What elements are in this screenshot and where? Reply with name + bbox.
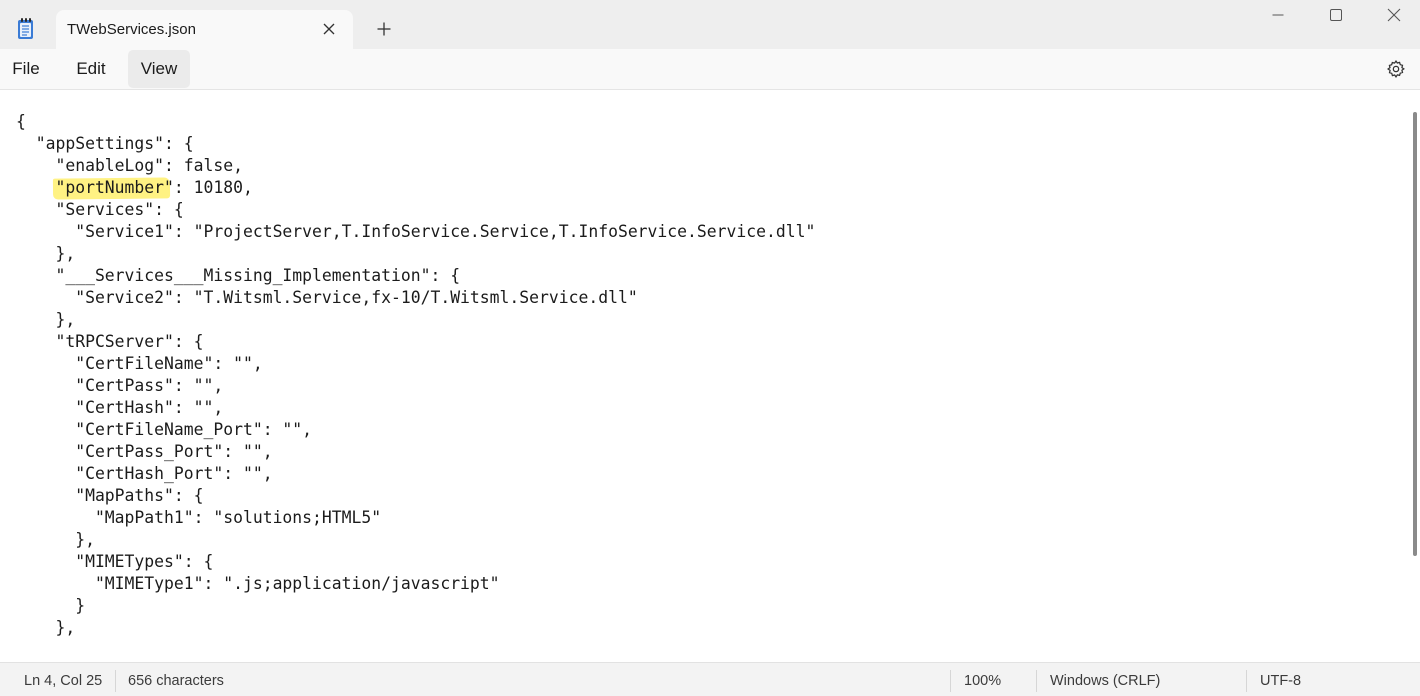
title-bar: TWebServices.json <box>0 0 1420 49</box>
code-line: "enableLog": false, <box>16 156 243 175</box>
character-count: 656 characters <box>128 673 224 689</box>
menu-file[interactable]: File <box>0 50 52 88</box>
encoding[interactable]: UTF-8 <box>1260 673 1301 689</box>
maximize-button[interactable] <box>1307 0 1365 34</box>
minimize-button[interactable] <box>1249 0 1307 34</box>
line-ending[interactable]: Windows (CRLF) <box>1050 673 1160 689</box>
code-line: }, <box>16 618 76 637</box>
code-line: "CertHash_Port": "", <box>16 464 273 483</box>
minimize-icon <box>1272 8 1284 26</box>
code-line: "portNumber": 10180, <box>16 178 253 197</box>
code-line: }, <box>16 244 76 263</box>
menu-bar: File Edit View <box>0 49 1420 89</box>
code-line: "CertPass_Port": "", <box>16 442 273 461</box>
code-line: "MapPath1": "solutions;HTML5" <box>16 508 382 527</box>
code-line: } <box>16 596 86 615</box>
code-line: "MIMETypes": { <box>16 552 214 571</box>
status-divider <box>1246 670 1247 692</box>
code-line: }, <box>16 530 95 549</box>
code-line: "appSettings": { <box>16 134 194 153</box>
code-line: }, <box>16 310 76 329</box>
tab-title: TWebServices.json <box>67 21 196 38</box>
code-line: "MIMEType1": ".js;application/javascript… <box>16 574 500 593</box>
code-line: "___Services___Missing_Implementation": … <box>16 266 461 285</box>
cursor-position[interactable]: Ln 4, Col 25 <box>24 673 102 689</box>
vertical-scrollbar[interactable] <box>1410 90 1420 663</box>
maximize-icon <box>1330 8 1342 26</box>
code-line: "CertPass": "", <box>16 376 224 395</box>
code-line: "Service2": "T.Witsml.Service,fx-10/T.Wi… <box>16 288 638 307</box>
menu-edit[interactable]: Edit <box>65 50 117 88</box>
menu-view[interactable]: View <box>128 50 190 88</box>
code-line: "Service1": "ProjectServer,T.InfoService… <box>16 222 816 241</box>
status-bar: Ln 4, Col 25 656 characters 100% Windows… <box>0 662 1420 696</box>
close-window-button[interactable] <box>1365 0 1420 34</box>
tab-file[interactable]: TWebServices.json <box>56 10 353 49</box>
text-editor[interactable]: { "appSettings": { "enableLog": false, "… <box>0 89 1420 663</box>
code-line: { <box>16 112 26 131</box>
notepad-icon <box>15 17 37 41</box>
code-line: "MapPaths": { <box>16 486 204 505</box>
new-tab-button[interactable] <box>372 17 396 41</box>
code-line: "CertFileName_Port": "", <box>16 420 313 439</box>
zoom-level[interactable]: 100% <box>964 673 1001 689</box>
status-divider <box>115 670 116 692</box>
code-line: "Services": { <box>16 200 184 219</box>
close-icon[interactable] <box>318 18 340 40</box>
code-line: "CertFileName": "", <box>16 354 263 373</box>
status-divider <box>1036 670 1037 692</box>
gear-icon[interactable] <box>1384 57 1408 81</box>
scrollbar-thumb[interactable] <box>1413 112 1417 556</box>
status-divider <box>950 670 951 692</box>
code-line: "tRPCServer": { <box>16 332 204 351</box>
editor-content[interactable]: { "appSettings": { "enableLog": false, "… <box>16 111 815 639</box>
close-icon <box>1387 8 1401 27</box>
code-line: "CertHash": "", <box>16 398 224 417</box>
